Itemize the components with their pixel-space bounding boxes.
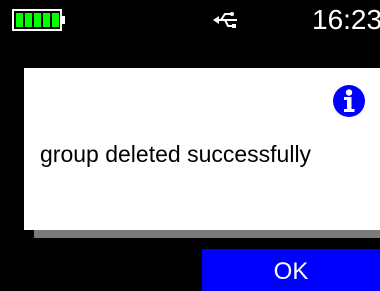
ok-button[interactable]: OK: [202, 249, 380, 291]
battery-full-icon: [12, 9, 65, 31]
clock-time: 16:23: [312, 4, 380, 35]
info-icon: [333, 85, 365, 117]
device-screen: 16:23 group deleted successfully OK: [0, 0, 380, 291]
dialog-message: group deleted successfully: [40, 141, 312, 167]
message-dialog: group deleted successfully: [24, 68, 380, 230]
status-bar: 16:23: [0, 0, 380, 40]
usb-icon: [213, 12, 237, 28]
